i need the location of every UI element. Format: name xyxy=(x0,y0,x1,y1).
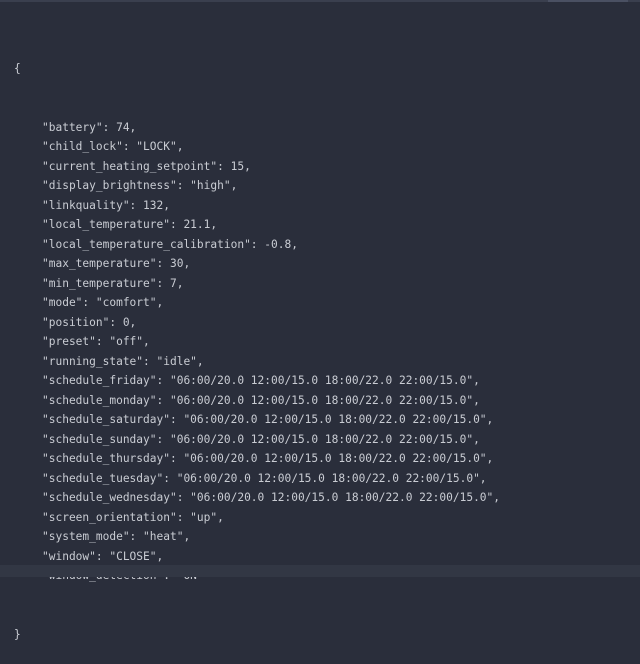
json-entry-text: "current_heating_setpoint": 15, xyxy=(42,159,251,173)
json-entry-text: "min_temperature": 7, xyxy=(42,276,184,290)
json-entry-line: "current_heating_setpoint": 15, xyxy=(14,157,624,177)
json-entry-text: "schedule_sunday": "06:00/20.0 12:00/15.… xyxy=(42,432,480,446)
json-entry-line: "running_state": "idle", xyxy=(14,352,624,372)
json-entry-text: "local_temperature": 21.1, xyxy=(42,218,218,231)
json-close-brace: } xyxy=(14,627,21,641)
json-entry-text: "schedule_monday": "06:00/20.0 12:00/15.… xyxy=(42,393,480,407)
json-entries: "battery": 74, "child_lock": "LOCK", "curr… xyxy=(14,118,624,586)
json-entry-line: "schedule_friday": "06:00/20.0 12:00/15.… xyxy=(14,371,624,391)
json-entry-line: "min_temperature": 7, xyxy=(14,274,624,294)
json-open-brace: { xyxy=(14,62,21,75)
json-entry-text: "max_temperature": 30, xyxy=(42,257,191,270)
top-tab-indicator xyxy=(548,0,628,2)
json-entry-text: "schedule_friday": "06:00/20.0 12:00/15.… xyxy=(42,374,480,387)
json-entry-line: "linkquality": 132, xyxy=(14,196,624,216)
json-entry-line: "system_mode": "heat", xyxy=(14,527,624,547)
json-entry-line: "local_temperature": 21.1, xyxy=(14,215,624,235)
json-entry-line: "max_temperature": 30, xyxy=(14,254,624,274)
json-entry-line: "position": 0, xyxy=(14,313,624,333)
json-entry-line: "schedule_thursday": "06:00/20.0 12:00/1… xyxy=(14,449,624,469)
json-entry-line: "preset": "off", xyxy=(14,332,624,352)
json-entry-text: "schedule_saturday": "06:00/20.0 12:00/1… xyxy=(42,413,494,426)
json-entry-line: "child_lock": "LOCK", xyxy=(14,137,624,157)
json-entry-line: "schedule_tuesday": "06:00/20.0 12:00/15… xyxy=(14,469,624,489)
json-entry-line: "schedule_sunday": "06:00/20.0 12:00/15.… xyxy=(14,430,624,450)
json-entry-text: "schedule_tuesday": "06:00/20.0 12:00/15… xyxy=(42,471,487,485)
json-entry-text: "position": 0, xyxy=(42,315,137,329)
bottom-bar xyxy=(0,565,640,577)
json-entry-line: "schedule_monday": "06:00/20.0 12:00/15.… xyxy=(14,391,624,411)
json-entry-text: "running_state": "idle", xyxy=(42,354,204,368)
json-entry-text: "child_lock": "LOCK", xyxy=(42,140,184,153)
json-entry-text: "battery": 74, xyxy=(42,120,137,134)
json-entry-line: "mode": "comfort", xyxy=(14,293,624,313)
top-border xyxy=(0,0,640,2)
json-entry-text: "local_temperature_calibration": -0.8, xyxy=(42,237,298,251)
json-entry-text: "screen_orientation": "up", xyxy=(42,510,224,524)
json-entry-line: "local_temperature_calibration": -0.8, xyxy=(14,235,624,255)
json-entry-line: "battery": 74, xyxy=(14,118,624,138)
json-entry-text: "schedule_thursday": "06:00/20.0 12:00/1… xyxy=(42,452,494,465)
json-entry-text: "mode": "comfort", xyxy=(42,296,164,309)
json-code-block: { "battery": 74, "child_lock": "LOCK", "cu… xyxy=(14,20,624,641)
json-entry-line: "schedule_wednesday": "06:00/20.0 12:00/… xyxy=(14,488,624,508)
json-entry-text: "preset": "off", xyxy=(42,335,150,348)
json-entry-line: "schedule_saturday": "06:00/20.0 12:00/1… xyxy=(14,410,624,430)
json-entry-line: "display_brightness": "high", xyxy=(14,176,624,196)
json-entry-text: "linkquality": 132, xyxy=(42,198,170,212)
json-entry-text: "system_mode": "heat", xyxy=(42,530,191,543)
json-entry-text: "display_brightness": "high", xyxy=(42,179,238,192)
json-entry-line: "window": "CLOSE", xyxy=(14,547,624,567)
json-entry-text: "window": "CLOSE", xyxy=(42,549,164,563)
json-entry-line: "screen_orientation": "up", xyxy=(14,508,624,528)
json-entry-text: "schedule_wednesday": "06:00/20.0 12:00/… xyxy=(42,491,501,504)
